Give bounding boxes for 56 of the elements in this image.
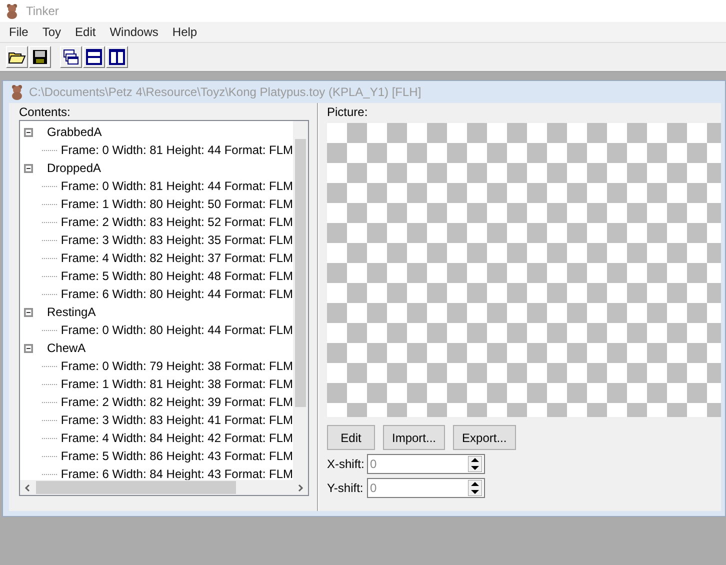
toolbar-button[interactable] [29, 46, 51, 68]
menu-item[interactable]: Toy [35, 25, 68, 39]
document-title: C:\Documents\Petz 4\Resource\Toyz\Kong Platypus.toy (KPLA_Y1) [FLH] [29, 85, 422, 99]
collapse-toggle[interactable] [24, 344, 33, 352]
toolbar-button[interactable] [6, 46, 28, 68]
tree-item[interactable]: Frame: 3 Width: 83 Height: 41 Format: FLM [60, 413, 293, 427]
menu-item[interactable]: Edit [68, 25, 103, 39]
tile-vertical-icon [109, 49, 125, 65]
action-button[interactable]: Import... [383, 425, 446, 450]
picture-label: Picture: [327, 105, 369, 120]
tree-item[interactable]: Frame: 4 Width: 82 Height: 37 Format: FLM [60, 251, 293, 265]
tree-item[interactable]: Frame: 0 Width: 80 Height: 44 Format: FLM [60, 323, 293, 337]
tree-item[interactable]: Frame: 1 Width: 80 Height: 50 Format: FLM [60, 197, 293, 211]
collapse-toggle[interactable] [24, 308, 33, 316]
toolbar-button[interactable] [83, 46, 105, 68]
field-label: X-shift: [327, 457, 366, 471]
action-button[interactable]: Edit [327, 425, 375, 450]
spin-field[interactable]: 0 [367, 478, 485, 498]
tile-horizontal-icon [86, 49, 102, 65]
horizontal-scrollbar[interactable] [20, 480, 308, 495]
tree-item[interactable]: Frame: 2 Width: 83 Height: 52 Format: FLM [60, 215, 293, 229]
menu-item[interactable]: Windows [102, 25, 166, 39]
tree-item[interactable]: DroppedA [47, 161, 102, 175]
menu-item[interactable]: Help [165, 25, 204, 39]
spin-arrows-icon[interactable] [468, 480, 482, 496]
teddy-bear-icon [9, 84, 25, 100]
tree-item[interactable]: Frame: 6 Width: 80 Height: 44 Format: FLM [60, 287, 293, 301]
tree-item[interactable]: Frame: 0 Width: 81 Height: 44 Format: FLM [60, 179, 293, 193]
toolbar-button[interactable] [60, 46, 82, 68]
tree-item[interactable]: Frame: 2 Width: 82 Height: 39 Format: FLM [60, 395, 293, 409]
tree-item[interactable]: GrabbedA [47, 125, 102, 139]
teddy-bear-icon [4, 3, 20, 19]
tree-item[interactable]: Frame: 0 Width: 79 Height: 38 Format: FLM [60, 359, 293, 373]
app-title: Tinker [26, 4, 59, 18]
collapse-toggle[interactable] [24, 164, 33, 172]
tree-item[interactable]: Frame: 5 Width: 80 Height: 48 Format: FLM [60, 269, 293, 283]
scroll-right-icon[interactable] [296, 484, 304, 492]
menu-item[interactable]: File [2, 25, 36, 39]
tree-item[interactable]: Frame: 1 Width: 81 Height: 38 Format: FLM [60, 377, 293, 391]
tree-item[interactable]: Frame: 0 Width: 81 Height: 44 Format: FLM [60, 143, 293, 157]
vertical-scrollbar[interactable] [293, 121, 308, 480]
toolbar-button[interactable] [106, 46, 128, 68]
cascade-windows-icon [63, 49, 79, 65]
tree-item[interactable]: RestingA [47, 305, 96, 319]
scroll-left-icon[interactable] [24, 484, 32, 492]
contents-label: Contents: [19, 105, 72, 120]
action-button[interactable]: Export... [453, 425, 516, 450]
spin-arrows-icon[interactable] [468, 456, 482, 472]
tree-item[interactable]: ChewA [47, 341, 86, 355]
collapse-toggle[interactable] [24, 128, 33, 136]
tree-item[interactable]: Frame: 4 Width: 84 Height: 42 Format: FLM [60, 431, 293, 445]
spin-field[interactable]: 0 [367, 454, 485, 474]
tree-item[interactable]: Frame: 5 Width: 86 Height: 43 Format: FLM [60, 449, 293, 463]
tree-item[interactable]: Frame: 3 Width: 83 Height: 35 Format: FLM [60, 233, 293, 247]
field-label: Y-shift: [327, 481, 364, 495]
open-folder-icon [8, 50, 26, 64]
